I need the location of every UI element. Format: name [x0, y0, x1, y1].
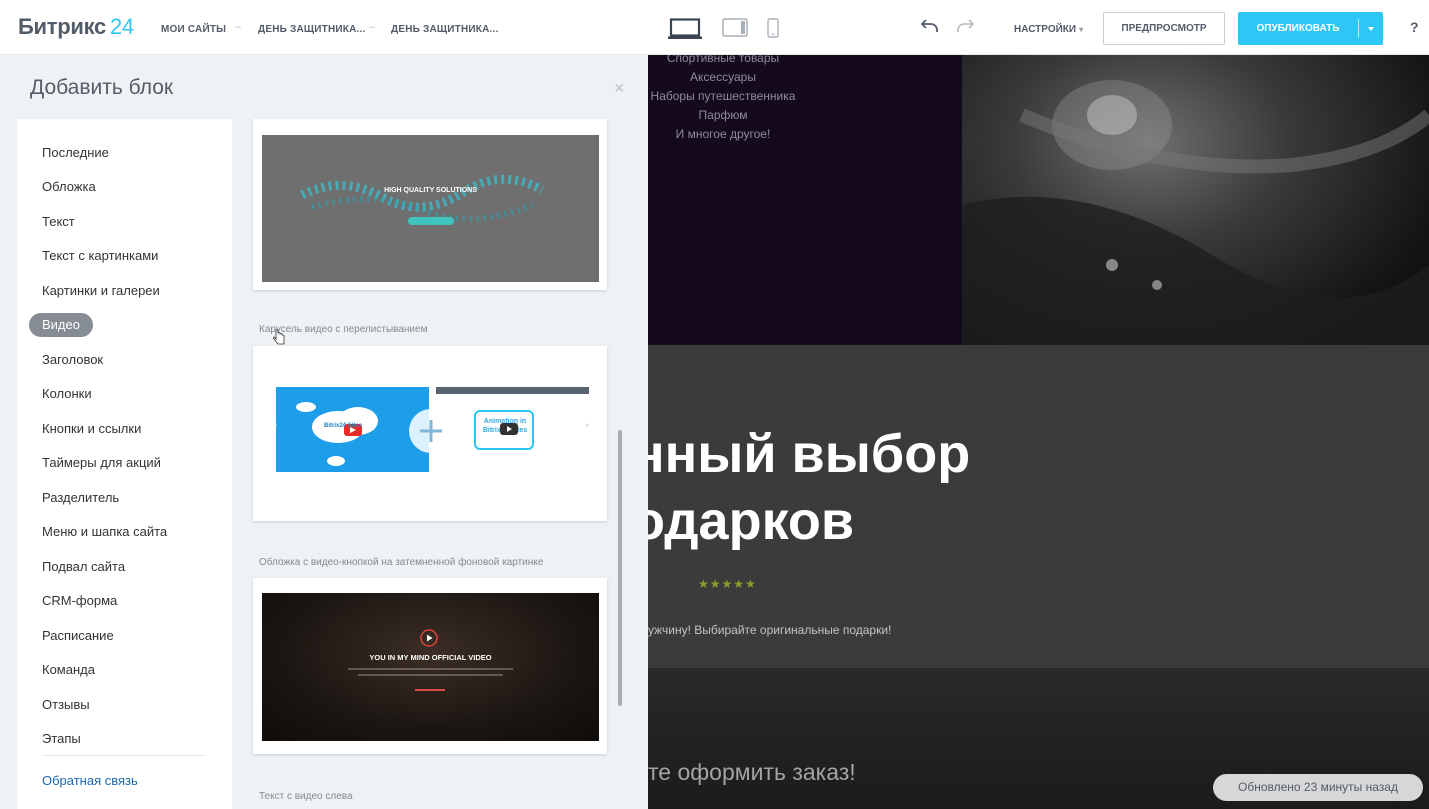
- block-card[interactable]: Bitrix24 Sites Animation in Bitrix24 Site…: [253, 346, 607, 521]
- brand-name: Битрикс: [18, 14, 106, 39]
- block-preview-image: YOU IN MY MIND OFFICIAL VIDEO: [262, 593, 599, 741]
- block-title: Текст с видео слева: [259, 791, 353, 802]
- mobile-icon[interactable]: [767, 18, 779, 38]
- rating-stars: ★★★★★: [698, 577, 757, 591]
- block-preview-image: HIGH QUALITY SOLUTIONS: [262, 135, 599, 282]
- category-item[interactable]: Последние: [42, 141, 109, 165]
- block-card[interactable]: HIGH QUALITY SOLUTIONS: [253, 119, 607, 290]
- category-item[interactable]: Обложка: [42, 175, 96, 199]
- category-item[interactable]: Этапы: [42, 727, 81, 751]
- redo-icon[interactable]: [955, 18, 975, 34]
- category-item[interactable]: Текст: [42, 210, 75, 234]
- brand-logo[interactable]: Битрикс 24: [18, 14, 134, 40]
- brand-suffix: 24: [109, 14, 134, 39]
- top-bar: Битрикс 24 МОИ САЙТЫ – ДЕНЬ ЗАЩИТНИКА... …: [0, 0, 1429, 55]
- block-list: HIGH QUALITY SOLUTIONS Карусель видео с …: [236, 119, 631, 809]
- cloud-illustration: [296, 402, 378, 466]
- undo-icon[interactable]: [920, 18, 940, 34]
- breadcrumb-my-sites[interactable]: МОИ САЙТЫ: [161, 24, 226, 35]
- chevron-down-icon: ▾: [1079, 25, 1084, 34]
- breadcrumb-site[interactable]: ДЕНЬ ЗАЩИТНИКА...: [258, 24, 365, 35]
- category-item[interactable]: Меню и шапка сайта: [42, 520, 167, 544]
- updated-status-badge: Обновлено 23 минуты назад: [1213, 774, 1423, 801]
- block-preview-heading: YOU IN MY MIND OFFICIAL VIDEO: [369, 653, 492, 662]
- category-item[interactable]: CRM-форма: [42, 589, 117, 613]
- site-preview: Спортивные товары Аксессуары Наборы путе…: [648, 55, 1429, 809]
- site-list-item: Аксессуары: [690, 70, 756, 84]
- site-list-item: И многое другое!: [675, 127, 771, 141]
- settings-menu[interactable]: НАСТРОЙКИ ▾: [1014, 24, 1083, 35]
- publish-label: ОПУБЛИКОВАТЬ: [1256, 23, 1340, 34]
- category-item-active[interactable]: Видео: [29, 313, 93, 337]
- publish-divider: [1358, 19, 1359, 38]
- breadcrumb-separator: –: [369, 21, 376, 33]
- block-title: Обложка с видео-кнопкой на затемненной ф…: [259, 557, 544, 568]
- category-divider: [42, 755, 206, 756]
- publish-dropdown-icon[interactable]: [1364, 23, 1378, 35]
- preview-text-line: [358, 674, 503, 676]
- block-card[interactable]: YOU IN MY MIND OFFICIAL VIDEO: [253, 578, 607, 754]
- site-list-item: Парфюм: [698, 108, 748, 122]
- site-order-heading: те оформить заказ!: [648, 759, 856, 785]
- site-list-item: Спортивные товары: [666, 55, 780, 65]
- video-slide-1: Bitrix24 Sites: [276, 387, 429, 472]
- category-item[interactable]: Команда: [42, 658, 95, 682]
- add-icon[interactable]: [408, 408, 454, 454]
- video-slide-1-label: Bitrix24 Sites: [324, 423, 363, 429]
- play-button-icon: [500, 423, 518, 435]
- preview-button[interactable]: ПРЕДПРОСМОТР: [1103, 12, 1225, 45]
- tablet-icon[interactable]: [722, 18, 748, 38]
- help-icon[interactable]: ?: [1410, 19, 1419, 35]
- site-heading-line-2: одарков: [648, 491, 855, 551]
- splash-art-image: [299, 174, 545, 225]
- category-item[interactable]: Таймеры для акций: [42, 451, 161, 475]
- preview-text-line: [348, 668, 513, 670]
- category-list: Последние Обложка Текст Текст с картинка…: [17, 119, 232, 809]
- site-list-item: Наборы путешественника: [650, 89, 796, 103]
- category-item[interactable]: Колонки: [42, 382, 92, 406]
- breadcrumb-separator: –: [235, 21, 242, 33]
- category-item[interactable]: Кнопки и ссылки: [42, 417, 141, 441]
- preview-button-line: [415, 689, 445, 691]
- category-item[interactable]: Расписание: [42, 624, 114, 648]
- panel-scrollbar[interactable]: [618, 430, 622, 706]
- category-item[interactable]: Подвал сайта: [42, 555, 125, 579]
- site-paragraph: ужчину! Выбирайте оригинальные подарки!: [648, 623, 892, 637]
- category-item[interactable]: Картинки и галереи: [42, 279, 160, 303]
- category-item[interactable]: Заголовок: [42, 348, 103, 372]
- hand-cursor-icon: [273, 329, 285, 345]
- close-icon[interactable]: ×: [614, 78, 625, 99]
- feedback-link[interactable]: Обратная связь: [42, 773, 138, 788]
- category-item[interactable]: Текст с картинками: [42, 244, 158, 268]
- desktop-icon[interactable]: [668, 18, 702, 40]
- site-heading-line-1: нный выбор: [648, 424, 971, 484]
- block-preview-heading: HIGH QUALITY SOLUTIONS: [384, 187, 477, 194]
- settings-label: НАСТРОЙКИ: [1014, 24, 1077, 35]
- play-circle-icon: [420, 629, 438, 647]
- chevron-left-icon[interactable]: ‹: [275, 422, 277, 429]
- category-item[interactable]: Отзывы: [42, 693, 90, 717]
- publish-button[interactable]: ОПУБЛИКОВАТЬ: [1238, 12, 1383, 45]
- panel-title: Добавить блок: [30, 76, 174, 99]
- add-block-panel: Добавить блок × Последние Обложка Текст …: [0, 55, 648, 809]
- breadcrumb-page[interactable]: ДЕНЬ ЗАЩИТНИКА...: [391, 24, 498, 35]
- video-slide-2: Animation in Bitrix24 Sites: [436, 387, 589, 472]
- category-item[interactable]: Разделитель: [42, 486, 119, 510]
- site-hero-photo: [962, 55, 1429, 345]
- chevron-right-icon[interactable]: ›: [586, 422, 588, 429]
- camera-photo-image: [962, 80, 1429, 345]
